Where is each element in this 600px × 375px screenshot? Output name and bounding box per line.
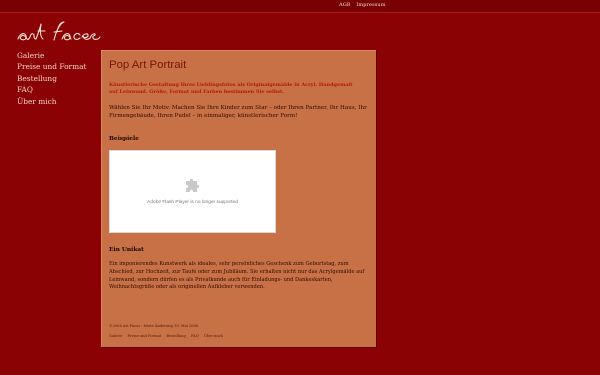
nav-item-faq[interactable]: FAQ	[17, 84, 86, 95]
nav-item-galerie[interactable]: Galerie	[17, 50, 86, 61]
footer-copyright: ©2006 Art Faces · letzte Änderung 19. Ma…	[109, 324, 200, 328]
intro-text: Wählen Sie Ihr Motiv. Machen Sie Ihre Ki…	[109, 105, 367, 120]
footer-link-preise[interactable]: Preise und Format	[127, 334, 161, 338]
nav-item-ueber-mich[interactable]: Über mich	[17, 96, 86, 107]
footer-link-ueber-mich[interactable]: Über mich	[204, 334, 223, 338]
art-faces-logo[interactable]	[16, 18, 114, 48]
page-title: Pop Art Portrait	[109, 59, 187, 71]
flash-placeholder[interactable]: Adobe Flash Player is no longer supporte…	[109, 150, 276, 233]
nav-item-bestellung[interactable]: Bestellung	[17, 73, 86, 84]
puzzle-piece-icon	[186, 178, 200, 192]
top-link-impressum[interactable]: Impressum	[356, 2, 385, 8]
sidebar-nav: Galerie Preise und Format Bestellung FAQ…	[17, 50, 86, 107]
nav-item-preise[interactable]: Preise und Format	[17, 61, 86, 72]
footer-link-faq[interactable]: FAQ	[191, 334, 199, 338]
top-bar: AGB Impressum	[0, 0, 600, 13]
content-panel: Pop Art Portrait Künstlerische Gestaltun…	[101, 50, 376, 347]
unikat-heading: Ein Unikat	[109, 247, 144, 253]
footer-link-galerie[interactable]: Galerie	[109, 334, 122, 338]
unikat-text: Ein imponierendes Kunstwerk als ideales,…	[109, 261, 365, 291]
footer-links: Galerie Preise und Format Bestellung FAQ…	[109, 334, 227, 338]
top-links: AGB Impressum	[339, 2, 390, 8]
flash-unsupported-text: Adobe Flash Player is no longer supporte…	[147, 200, 238, 205]
logo-icon	[17, 21, 101, 41]
footer-link-bestellung[interactable]: Bestellung	[166, 334, 185, 338]
lead-text: Künstlerische Gestaltung Ihres Lieblings…	[109, 82, 353, 95]
examples-heading: Beispiele	[109, 136, 139, 142]
top-link-agb[interactable]: AGB	[339, 2, 351, 8]
